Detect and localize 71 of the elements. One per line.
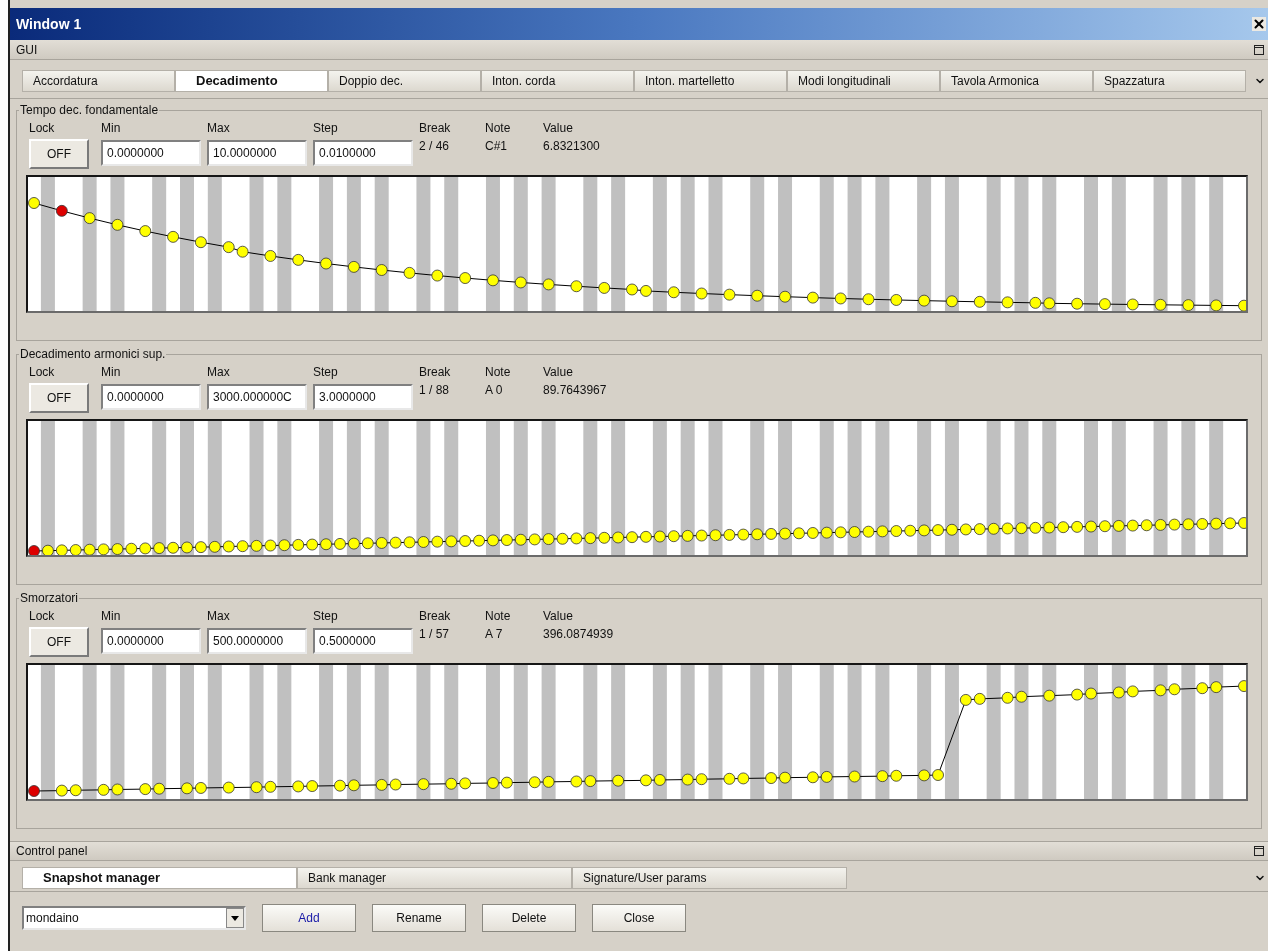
column-label: Break (419, 608, 452, 625)
action-button[interactable]: Close (592, 904, 686, 932)
break-text: 2 / 46 (419, 138, 451, 155)
dropdown-value: mondaino (26, 910, 79, 927)
number-field[interactable]: 3.0000000 (313, 384, 413, 410)
break-text: 1 / 57 (419, 626, 451, 643)
number-field[interactable]: 3000.000000C (207, 384, 307, 410)
column-label: Lock (29, 364, 56, 381)
column-label: Max (207, 120, 231, 137)
group-title: Smorzatori (19, 590, 79, 607)
column-label: Max (207, 608, 231, 625)
window-title: Window 1 (16, 14, 82, 34)
value-text: 89.7643967 (543, 382, 608, 399)
section-title: GUI (16, 41, 38, 59)
tab[interactable]: Decadimento (175, 70, 328, 92)
column-label: Step (313, 364, 339, 381)
value-text: 6.8321300 (543, 138, 601, 155)
point-curve-drawing[interactable] (26, 175, 1248, 313)
break-text: 1 / 88 (419, 382, 451, 399)
section-title: Control panel (16, 843, 88, 860)
lock-button[interactable]: OFF (29, 139, 89, 169)
group-title: Decadimento armonici sup. (19, 346, 167, 363)
column-label: Value (543, 120, 574, 137)
note-text: A 0 (485, 382, 504, 399)
column-label: Min (101, 608, 122, 625)
number-field[interactable]: 10.0000000 (207, 140, 307, 166)
tab[interactable]: Tavola Armonica (940, 70, 1093, 92)
note-text: A 7 (485, 626, 504, 643)
column-label: Max (207, 364, 231, 381)
column-label: Note (485, 120, 512, 137)
column-label: Lock (29, 120, 56, 137)
tab[interactable]: Doppio dec. (328, 70, 481, 92)
column-label: Min (101, 120, 122, 137)
tab[interactable]: Snapshot manager (22, 867, 297, 889)
tab[interactable]: Inton. martelletto (634, 70, 787, 92)
number-field[interactable]: 0.0000000 (101, 628, 201, 654)
number-field[interactable]: 500.0000000 (207, 628, 307, 654)
column-label: Break (419, 364, 452, 381)
group-title: Tempo dec. fondamentale (19, 102, 160, 119)
column-label: Note (485, 608, 512, 625)
number-field[interactable]: 0.0000000 (101, 140, 201, 166)
number-field[interactable]: 0.0000000 (101, 384, 201, 410)
point-curve-drawing[interactable] (26, 419, 1248, 557)
number-field[interactable]: 0.5000000 (313, 628, 413, 654)
tab[interactable]: Bank manager (297, 867, 572, 889)
column-label: Lock (29, 608, 56, 625)
action-button[interactable]: Add (262, 904, 356, 932)
restore-icon[interactable] (1254, 44, 1264, 55)
tab[interactable]: Accordatura (22, 70, 175, 92)
number-field[interactable]: 0.0100000 (313, 140, 413, 166)
lock-button[interactable]: OFF (29, 383, 89, 413)
action-button[interactable]: Rename (372, 904, 466, 932)
column-label: Step (313, 608, 339, 625)
snapshot-dropdown[interactable]: mondaino (22, 906, 246, 930)
tab[interactable]: Signature/User params (572, 867, 847, 889)
column-label: Value (543, 608, 574, 625)
tab[interactable]: Inton. corda (481, 70, 634, 92)
column-label: Value (543, 364, 574, 381)
tab[interactable]: Modi longitudinali (787, 70, 940, 92)
column-label: Min (101, 364, 122, 381)
action-button[interactable]: Delete (482, 904, 576, 932)
close-icon[interactable] (1252, 17, 1266, 31)
value-text: 396.0874939 (543, 626, 615, 643)
column-label: Note (485, 364, 512, 381)
point-curve-drawing[interactable] (26, 663, 1248, 801)
note-text: C#1 (485, 138, 508, 155)
tab[interactable]: Spazzatura (1093, 70, 1246, 92)
column-label: Break (419, 120, 452, 137)
restore-icon[interactable] (1254, 846, 1264, 856)
lock-button[interactable]: OFF (29, 627, 89, 657)
column-label: Step (313, 120, 339, 137)
